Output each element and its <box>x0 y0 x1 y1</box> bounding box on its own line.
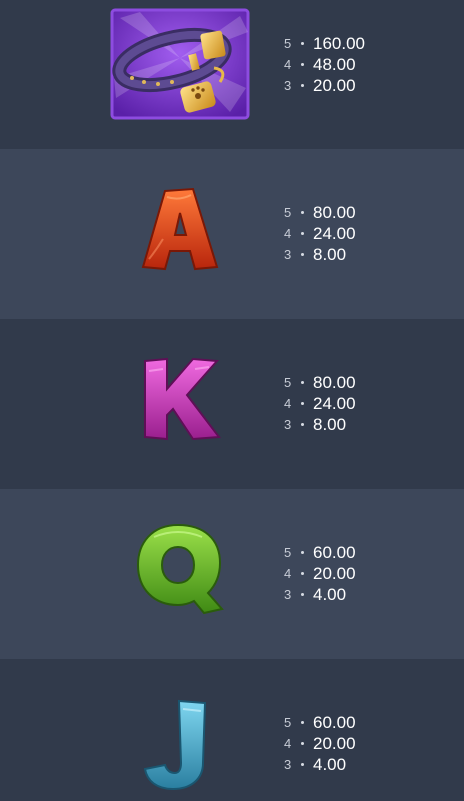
bullet-icon <box>301 211 304 214</box>
payout-list: 5 80.00 4 24.00 3 8.00 <box>284 372 356 435</box>
payout-amount: 20.00 <box>313 563 356 583</box>
letter-q-icon <box>108 511 252 627</box>
payout-amount: 8.00 <box>313 244 347 264</box>
payout-list: 5 160.00 4 48.00 3 20.00 <box>284 33 365 96</box>
payout-amount: 60.00 <box>313 712 356 732</box>
symbol-count: 4 <box>284 396 292 411</box>
payout-amount: 4.00 <box>313 754 347 774</box>
payout-amount: 80.00 <box>313 202 356 222</box>
payout-list: 5 60.00 4 20.00 3 4.00 <box>284 712 356 775</box>
paytable-row-collar: 5 160.00 4 48.00 3 20.00 <box>0 0 464 170</box>
symbol-count: 3 <box>284 757 292 772</box>
bullet-icon <box>301 42 304 45</box>
payout-line: 4 24.00 <box>284 393 356 414</box>
paytable-row-q: 5 60.00 4 20.00 3 4.00 <box>0 489 464 659</box>
bullet-icon <box>301 721 304 724</box>
symbol-count: 3 <box>284 78 292 93</box>
payout-amount: 60.00 <box>313 542 356 562</box>
bullet-icon <box>301 63 304 66</box>
bullet-icon <box>301 381 304 384</box>
payout-amount: 160.00 <box>313 33 365 53</box>
symbol-count: 4 <box>284 57 292 72</box>
payout-line: 5 80.00 <box>284 372 356 393</box>
bullet-icon <box>301 742 304 745</box>
collar-icon <box>108 6 252 122</box>
payout-line: 5 60.00 <box>284 712 356 733</box>
symbol-count: 4 <box>284 226 292 241</box>
payout-line: 3 8.00 <box>284 244 356 265</box>
letter-j-icon <box>108 685 252 801</box>
symbol-count: 3 <box>284 417 292 432</box>
payout-line: 3 4.00 <box>284 754 356 775</box>
symbol-count: 5 <box>284 545 292 560</box>
paytable-row-a: 5 80.00 4 24.00 3 8.00 <box>0 149 464 319</box>
payout-line: 4 48.00 <box>284 54 365 75</box>
payout-amount: 4.00 <box>313 584 347 604</box>
payout-line: 5 160.00 <box>284 33 365 54</box>
paytable-row-k: 5 80.00 4 24.00 3 8.00 <box>0 319 464 489</box>
bullet-icon <box>301 593 304 596</box>
symbol-count: 3 <box>284 247 292 262</box>
symbol-count: 4 <box>284 566 292 581</box>
bullet-icon <box>301 84 304 87</box>
symbol-count: 4 <box>284 736 292 751</box>
letter-a-icon <box>108 171 252 287</box>
payout-line: 4 20.00 <box>284 563 356 584</box>
payout-line: 3 20.00 <box>284 75 365 96</box>
payout-amount: 48.00 <box>313 54 356 74</box>
payout-line: 3 8.00 <box>284 414 356 435</box>
bullet-icon <box>301 402 304 405</box>
symbol-count: 5 <box>284 205 292 220</box>
symbol-count: 3 <box>284 587 292 602</box>
paytable-row-j: 5 60.00 4 20.00 3 4.00 <box>0 659 464 791</box>
bullet-icon <box>301 232 304 235</box>
payout-amount: 8.00 <box>313 414 347 434</box>
payout-line: 4 20.00 <box>284 733 356 754</box>
bullet-icon <box>301 572 304 575</box>
bullet-icon <box>301 551 304 554</box>
payout-line: 3 4.00 <box>284 584 356 605</box>
payout-line: 5 80.00 <box>284 202 356 223</box>
payout-line: 5 60.00 <box>284 542 356 563</box>
payout-list: 5 80.00 4 24.00 3 8.00 <box>284 202 356 265</box>
symbol-count: 5 <box>284 715 292 730</box>
payout-amount: 20.00 <box>313 733 356 753</box>
payout-list: 5 60.00 4 20.00 3 4.00 <box>284 542 356 605</box>
payout-amount: 24.00 <box>313 223 356 243</box>
bullet-icon <box>301 253 304 256</box>
bullet-icon <box>301 763 304 766</box>
bullet-icon <box>301 423 304 426</box>
symbol-count: 5 <box>284 36 292 51</box>
payout-amount: 80.00 <box>313 372 356 392</box>
symbol-count: 5 <box>284 375 292 390</box>
payout-line: 4 24.00 <box>284 223 356 244</box>
payout-amount: 20.00 <box>313 75 356 95</box>
letter-k-icon <box>108 341 252 457</box>
payout-amount: 24.00 <box>313 393 356 413</box>
